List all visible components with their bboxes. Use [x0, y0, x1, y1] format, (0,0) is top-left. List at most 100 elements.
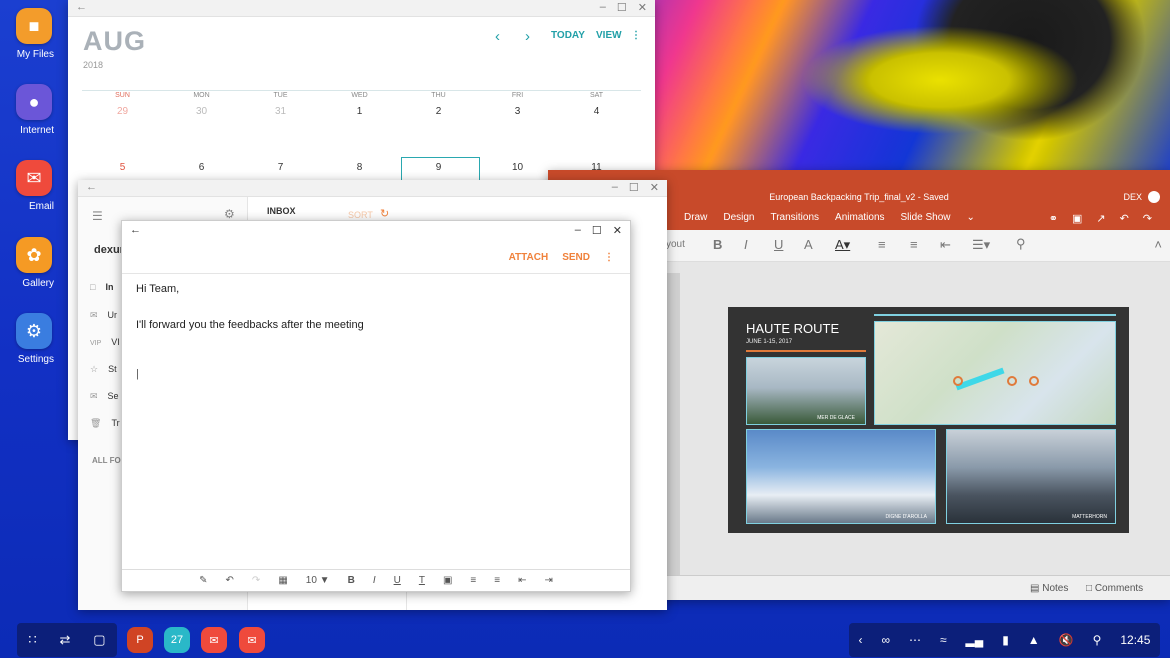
close-icon[interactable]: ✕ [638, 1, 647, 14]
close-icon[interactable]: ✕ [613, 224, 622, 237]
calendar-day[interactable]: 6 [162, 162, 241, 173]
chevron-up-icon[interactable]: ▲ [1028, 633, 1040, 647]
maximize-icon[interactable]: ☐ [617, 1, 627, 14]
calendar-day[interactable]: 4 [557, 106, 636, 117]
calendar-day[interactable]: 30 [162, 106, 241, 117]
send-button[interactable]: SEND [562, 252, 590, 263]
clock-time[interactable]: 12:45 [1120, 633, 1150, 647]
dock-app-my-files[interactable]: ■ My Files [14, 8, 54, 62]
today-button[interactable]: TODAY [551, 30, 585, 41]
photo-digne-darolla[interactable]: DIGNE D'AROLLA [746, 429, 936, 524]
apps-grid-icon[interactable]: ∷ [28, 632, 36, 648]
dock-app-email[interactable]: ✉ Email [14, 160, 54, 214]
dock-app-settings[interactable]: ⚙ Settings [14, 313, 54, 367]
battery-icon[interactable]: ▮ [1002, 633, 1009, 647]
bullets-icon[interactable]: ≡ [470, 575, 476, 586]
calendar-day[interactable]: 29 [83, 106, 162, 117]
collapse-ribbon-icon[interactable]: ˄ [1154, 237, 1162, 252]
dock-app-gallery[interactable]: ✿ Gallery [14, 237, 54, 291]
clear-format-icon[interactable]: ▦ [278, 575, 287, 586]
calendar-day[interactable]: 31 [241, 106, 320, 117]
back-arrow-icon[interactable]: ← [76, 1, 87, 13]
calendar-day[interactable]: 7 [241, 162, 320, 173]
minimize-icon[interactable]: – [600, 1, 606, 14]
share-icon[interactable]: ↗ [1096, 212, 1105, 225]
folder-item-unread[interactable]: ✉ Ur [90, 310, 117, 321]
folder-item-vip[interactable]: VIP VI [90, 337, 120, 347]
search-icon[interactable]: ⚲ [1093, 633, 1102, 647]
dock-app-internet[interactable]: ● Internet [14, 84, 54, 138]
photo-matterhorn[interactable]: MATTERHORN [946, 429, 1116, 524]
background-color-icon[interactable]: ▣ [443, 575, 452, 586]
gear-icon[interactable]: ⚙ [224, 207, 235, 221]
calendar-day[interactable]: 3 [478, 106, 557, 117]
calendar-day[interactable]: 8 [320, 162, 399, 173]
pen-icon[interactable]: ✎ [199, 575, 207, 586]
indent-icon[interactable]: ⇤ [940, 237, 951, 253]
folder-item-sent[interactable]: ✉ Se [90, 391, 119, 402]
undo-icon[interactable]: ↶ [226, 575, 234, 586]
lightbulb-icon[interactable]: ⚭ [1049, 212, 1058, 225]
bold-icon[interactable]: B [348, 575, 355, 586]
numbering-icon[interactable]: ≡ [494, 575, 500, 586]
indent-icon[interactable]: ⇥ [544, 575, 552, 586]
taskbar-app-calendar[interactable]: 27 [164, 627, 190, 653]
slide-canvas[interactable]: HAUTE ROUTE JUNE 1-15, 2017 MER DE GLACE… [728, 307, 1129, 533]
underline-icon[interactable]: U [774, 237, 783, 252]
taskbar-app-powerpoint[interactable]: P [127, 627, 153, 653]
calendar-day-today[interactable]: 9 [399, 162, 478, 173]
chevron-down-icon[interactable]: ⌄ [967, 212, 975, 223]
chevron-left-icon[interactable]: ‹ [858, 633, 862, 647]
text-color-icon[interactable]: T [419, 575, 425, 586]
menu-icon[interactable]: ☰ [92, 209, 103, 223]
sort-button[interactable]: SORT [348, 210, 373, 220]
attach-button[interactable]: ATTACH [509, 252, 549, 263]
more-options-icon[interactable]: ⋮ [604, 252, 614, 263]
chevron-left-icon[interactable]: ‹ [495, 28, 500, 45]
compose-body[interactable]: Hi Team, I'll forward you the feedbacks … [122, 273, 630, 380]
folder-item-starred[interactable]: ☆ St [90, 364, 117, 375]
photo-mer-de-glace[interactable]: MER DE GLACE [746, 357, 866, 425]
folder-item-inbox[interactable]: □ In [90, 282, 113, 292]
comments-button[interactable]: □ Comments [1086, 583, 1143, 594]
align-icon[interactable]: ☰▾ [972, 237, 990, 253]
italic-icon[interactable]: I [373, 575, 376, 586]
notes-button[interactable]: ▤ Notes [1030, 583, 1068, 594]
tab-draw[interactable]: Draw [684, 212, 707, 223]
taskbar-app-email[interactable]: ✉ [201, 627, 227, 653]
more-options-icon[interactable]: ⋮ [631, 30, 641, 41]
redo-icon[interactable]: ↷ [1143, 212, 1152, 225]
maximize-icon[interactable]: ☐ [592, 224, 602, 237]
route-map[interactable] [874, 321, 1116, 425]
close-icon[interactable]: ✕ [650, 181, 659, 194]
redo-icon[interactable]: ↷ [252, 575, 260, 586]
chevron-right-icon[interactable]: › [525, 28, 530, 45]
search-icon[interactable]: ⚲ [1016, 236, 1026, 252]
bullets-icon[interactable]: ≡ [878, 237, 886, 252]
back-arrow-icon[interactable]: ← [130, 224, 141, 236]
taskbar-app-email-compose[interactable]: ✉ [239, 627, 265, 653]
underline-icon[interactable]: U [394, 575, 401, 586]
more-icon[interactable]: ⋯ [909, 633, 921, 647]
calendar-day[interactable]: 10 [478, 162, 557, 173]
recent-apps-icon[interactable]: ⇄ [60, 632, 71, 648]
calendar-day[interactable]: 2 [399, 106, 478, 117]
tab-design[interactable]: Design [723, 212, 754, 223]
numbering-icon[interactable]: ≡ [910, 237, 918, 252]
avatar[interactable] [1148, 191, 1160, 203]
maximize-icon[interactable]: ☐ [629, 181, 639, 194]
refresh-icon[interactable]: ↻ [380, 207, 389, 220]
font-color-icon[interactable]: A▾ [835, 237, 850, 253]
undo-icon[interactable]: ↶ [1120, 212, 1129, 225]
view-button[interactable]: VIEW [596, 30, 622, 41]
back-arrow-icon[interactable]: ← [86, 181, 97, 193]
folder-item-trash[interactable]: 🗑 Tr [90, 418, 120, 429]
signal-icon[interactable]: ▂▄ [966, 633, 984, 647]
present-icon[interactable]: ▣ [1072, 212, 1082, 225]
highlight-icon[interactable]: A [804, 237, 813, 252]
tab-animations[interactable]: Animations [835, 212, 884, 223]
tab-transitions[interactable]: Transitions [770, 212, 819, 223]
minimize-icon[interactable]: – [612, 181, 618, 194]
calendar-day[interactable]: 5 [83, 162, 162, 173]
ribbon-layout-partial[interactable]: yout [666, 239, 685, 250]
